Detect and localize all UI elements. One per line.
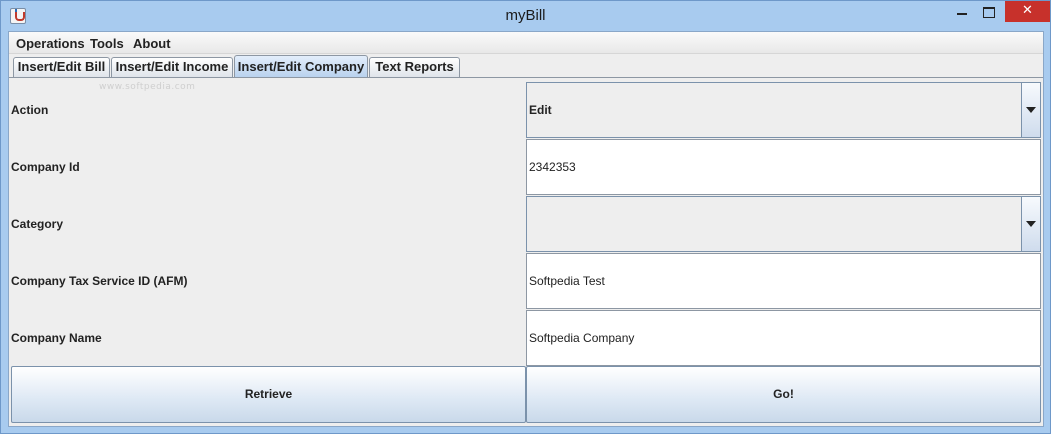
action-select[interactable]: Edit [526, 82, 1041, 138]
app-window: myBill ✕ Operations Tools About Insert/E… [0, 0, 1051, 434]
chevron-down-icon[interactable] [1021, 83, 1040, 137]
minimize-icon[interactable] [947, 1, 977, 23]
tax-service-id-field[interactable]: Softpedia Test [526, 253, 1041, 309]
tax-service-id-value: Softpedia Test [529, 274, 605, 288]
tab-insert-edit-company[interactable]: Insert/Edit Company [234, 55, 368, 77]
tab-divider [9, 77, 1043, 78]
menu-about[interactable]: About [133, 36, 171, 51]
category-select[interactable] [526, 196, 1041, 252]
company-id-field[interactable]: 2342353 [526, 139, 1041, 195]
company-name-value: Softpedia Company [529, 331, 635, 345]
watermark: www.softpedia.com [99, 82, 196, 92]
company-id-label: Company Id [11, 160, 80, 174]
tab-insert-edit-bill[interactable]: Insert/Edit Bill [13, 57, 110, 77]
menu-bar: Operations Tools About [9, 32, 1043, 54]
chevron-down-icon[interactable] [1021, 197, 1040, 251]
category-label: Category [11, 217, 64, 231]
tab-insert-edit-income[interactable]: Insert/Edit Income [111, 57, 233, 77]
close-icon[interactable]: ✕ [1005, 1, 1050, 22]
tab-text-reports[interactable]: Text Reports [369, 57, 460, 77]
maximize-icon[interactable] [974, 1, 1004, 23]
menu-operations[interactable]: Operations [16, 36, 85, 51]
company-id-value: 2342353 [529, 160, 576, 174]
title-bar[interactable]: myBill ✕ [1, 1, 1050, 31]
tab-strip: Insert/Edit Bill Insert/Edit Income Inse… [9, 54, 1043, 77]
window-title: myBill [505, 7, 546, 24]
menu-tools[interactable]: Tools [90, 36, 124, 51]
client-area: Operations Tools About Insert/Edit Bill … [8, 31, 1044, 427]
action-label: Action [11, 103, 49, 117]
action-select-value: Edit [529, 103, 552, 117]
tax-service-id-label: Company Tax Service ID (AFM) [11, 274, 188, 288]
company-name-field[interactable]: Softpedia Company [526, 310, 1041, 366]
company-name-label: Company Name [11, 331, 102, 345]
go-button[interactable]: Go! [526, 366, 1041, 423]
retrieve-button[interactable]: Retrieve [11, 366, 526, 423]
